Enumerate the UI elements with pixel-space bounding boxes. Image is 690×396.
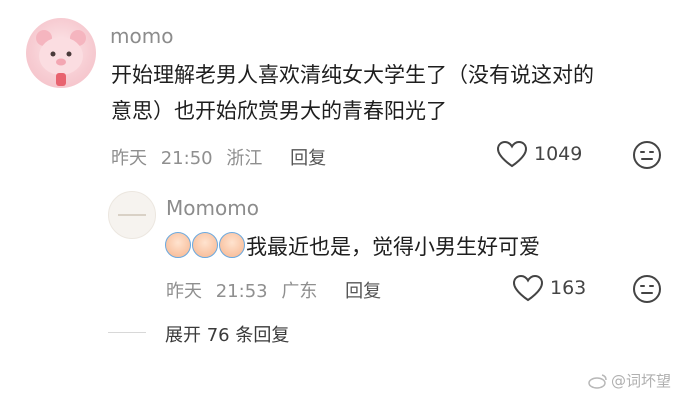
comment-meta: 昨天 21:50 浙江 回复 bbox=[111, 144, 326, 170]
comment-time: 21:50 bbox=[160, 148, 213, 169]
smiling-face-sticker-icon bbox=[165, 232, 191, 258]
reply-date: 昨天 bbox=[166, 281, 202, 302]
reply-like-count: 163 bbox=[550, 277, 587, 299]
reply-avatar[interactable] bbox=[108, 191, 156, 239]
smiling-face-sticker-icon bbox=[192, 232, 218, 258]
comment-like-button[interactable]: 1049 bbox=[496, 140, 582, 168]
comment-location: 浙江 bbox=[226, 148, 263, 169]
neutral-face-icon bbox=[633, 275, 661, 303]
watermark-text: @词坏望 bbox=[611, 372, 672, 390]
comment-avatar[interactable] bbox=[26, 18, 96, 88]
comment-dislike-button[interactable] bbox=[632, 140, 662, 174]
reply-text: 我最近也是，觉得小男生好可爱 bbox=[246, 235, 540, 259]
comment-like-count: 1049 bbox=[534, 143, 583, 165]
smiling-face-sticker-icon bbox=[219, 232, 245, 258]
reply-reply-button[interactable]: 回复 bbox=[345, 281, 381, 302]
bear-avatar-icon bbox=[36, 30, 86, 86]
reply-text-row: 我最近也是，觉得小男生好可爱 bbox=[165, 229, 540, 265]
reply-like-button[interactable]: 163 bbox=[512, 274, 586, 302]
neutral-face-icon bbox=[633, 141, 661, 169]
reply-meta: 昨天 21:53 广东 回复 bbox=[166, 277, 381, 303]
heart-icon bbox=[512, 274, 544, 302]
watermark: @词坏望 bbox=[588, 370, 671, 391]
reply-location: 广东 bbox=[281, 281, 318, 302]
comment-text-line2: 意思）也开始欣赏男大的青春阳光了 bbox=[111, 99, 447, 123]
reply-dislike-button[interactable] bbox=[632, 274, 662, 308]
weibo-logo-icon bbox=[588, 373, 607, 389]
comment-reply-button[interactable]: 回复 bbox=[290, 148, 326, 169]
comment-date: 昨天 bbox=[111, 148, 147, 169]
reply-username[interactable]: Momomo bbox=[166, 196, 259, 220]
comment-username[interactable]: momo bbox=[110, 24, 173, 48]
expand-replies-button[interactable]: 展开 76 条回复 bbox=[165, 321, 289, 347]
comment-text-line1: 开始理解老男人喜欢清纯女大学生了（没有说这对的 bbox=[111, 63, 594, 87]
avatar-logo-icon bbox=[118, 214, 146, 216]
expand-divider bbox=[108, 332, 146, 333]
reply-time: 21:53 bbox=[215, 281, 268, 302]
heart-icon bbox=[496, 140, 528, 168]
